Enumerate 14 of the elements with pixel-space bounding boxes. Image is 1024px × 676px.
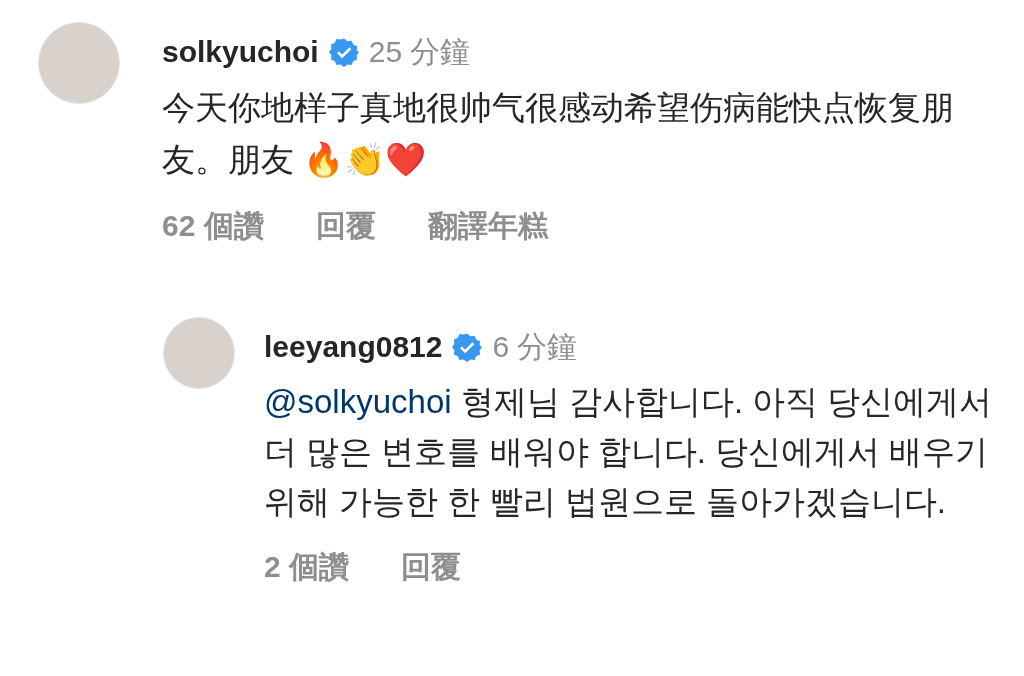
likes-count[interactable]: 62 個讚 — [162, 206, 264, 247]
comment-text: 今天你地样子真地很帅气很感动希望伤病能快点恢复朋友。朋友 🔥👏❤ — [162, 88, 955, 180]
verified-badge-icon — [328, 37, 359, 67]
username[interactable]: solkyuchoi — [162, 35, 319, 69]
comment-time: 6 分鐘 — [492, 328, 578, 365]
comment-time: 25 分鐘 — [368, 33, 471, 70]
mention-link[interactable]: @solkyuchoi — [264, 383, 452, 420]
reply-button[interactable]: 回覆 — [315, 206, 376, 247]
verified-badge-icon — [452, 332, 483, 362]
reply-button[interactable]: 回覆 — [401, 547, 462, 588]
likes-count[interactable]: 2 個讚 — [264, 547, 350, 588]
comment-text: @solkyuchoi 형제님 감사합니다. 아직 당신에게서 더 많은 변호를 배워야 합니다. 당신에게서 배우기 위해 가능한 한 빨리 법원으로 돌아가겠습니다. — [264, 382, 994, 522]
translate-button[interactable]: 翻譯年糕 — [427, 206, 548, 247]
username[interactable]: leeyang0812 — [264, 330, 443, 364]
